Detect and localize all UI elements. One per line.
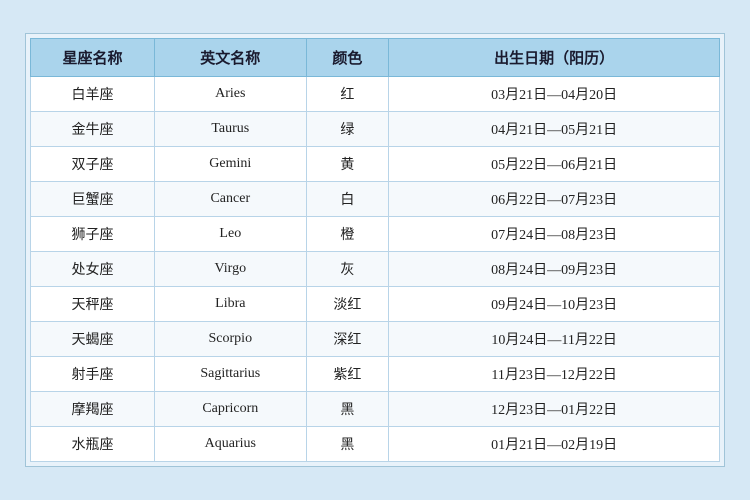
cell-chinese: 处女座 [31, 252, 155, 287]
cell-date: 11月23日—12月22日 [389, 357, 720, 392]
cell-english: Aries [155, 77, 307, 112]
table-row: 天蝎座Scorpio深红10月24日—11月22日 [31, 322, 720, 357]
cell-chinese: 金牛座 [31, 112, 155, 147]
cell-chinese: 巨蟹座 [31, 182, 155, 217]
cell-color: 红 [306, 77, 389, 112]
cell-date: 06月22日—07月23日 [389, 182, 720, 217]
cell-chinese: 天秤座 [31, 287, 155, 322]
table-row: 天秤座Libra淡红09月24日—10月23日 [31, 287, 720, 322]
cell-color: 紫红 [306, 357, 389, 392]
cell-english: Scorpio [155, 322, 307, 357]
cell-color: 白 [306, 182, 389, 217]
cell-date: 09月24日—10月23日 [389, 287, 720, 322]
cell-english: Aquarius [155, 427, 307, 462]
cell-date: 10月24日—11月22日 [389, 322, 720, 357]
cell-color: 黄 [306, 147, 389, 182]
table-row: 巨蟹座Cancer白06月22日—07月23日 [31, 182, 720, 217]
table-row: 白羊座Aries红03月21日—04月20日 [31, 77, 720, 112]
table-row: 狮子座Leo橙07月24日—08月23日 [31, 217, 720, 252]
cell-english: Libra [155, 287, 307, 322]
cell-chinese: 双子座 [31, 147, 155, 182]
header-color: 颜色 [306, 39, 389, 77]
cell-color: 黑 [306, 392, 389, 427]
table-body: 白羊座Aries红03月21日—04月20日金牛座Taurus绿04月21日—0… [31, 77, 720, 462]
table-row: 金牛座Taurus绿04月21日—05月21日 [31, 112, 720, 147]
header-date: 出生日期（阳历） [389, 39, 720, 77]
cell-chinese: 射手座 [31, 357, 155, 392]
cell-chinese: 天蝎座 [31, 322, 155, 357]
cell-english: Virgo [155, 252, 307, 287]
cell-chinese: 白羊座 [31, 77, 155, 112]
cell-chinese: 摩羯座 [31, 392, 155, 427]
cell-date: 03月21日—04月20日 [389, 77, 720, 112]
cell-color: 深红 [306, 322, 389, 357]
cell-date: 07月24日—08月23日 [389, 217, 720, 252]
header-english: 英文名称 [155, 39, 307, 77]
cell-color: 灰 [306, 252, 389, 287]
table-row: 水瓶座Aquarius黑01月21日—02月19日 [31, 427, 720, 462]
table-row: 处女座Virgo灰08月24日—09月23日 [31, 252, 720, 287]
cell-color: 淡红 [306, 287, 389, 322]
cell-date: 08月24日—09月23日 [389, 252, 720, 287]
cell-english: Taurus [155, 112, 307, 147]
cell-date: 01月21日—02月19日 [389, 427, 720, 462]
table-row: 双子座Gemini黄05月22日—06月21日 [31, 147, 720, 182]
cell-english: Capricorn [155, 392, 307, 427]
cell-english: Cancer [155, 182, 307, 217]
cell-english: Sagittarius [155, 357, 307, 392]
cell-color: 绿 [306, 112, 389, 147]
cell-english: Gemini [155, 147, 307, 182]
table-row: 摩羯座Capricorn黑12月23日—01月22日 [31, 392, 720, 427]
cell-date: 04月21日—05月21日 [389, 112, 720, 147]
cell-date: 12月23日—01月22日 [389, 392, 720, 427]
table-header-row: 星座名称 英文名称 颜色 出生日期（阳历） [31, 39, 720, 77]
table-row: 射手座Sagittarius紫红11月23日—12月22日 [31, 357, 720, 392]
cell-date: 05月22日—06月21日 [389, 147, 720, 182]
cell-english: Leo [155, 217, 307, 252]
zodiac-table: 星座名称 英文名称 颜色 出生日期（阳历） 白羊座Aries红03月21日—04… [30, 38, 720, 462]
zodiac-table-container: 星座名称 英文名称 颜色 出生日期（阳历） 白羊座Aries红03月21日—04… [25, 33, 725, 467]
cell-chinese: 狮子座 [31, 217, 155, 252]
cell-color: 黑 [306, 427, 389, 462]
header-chinese: 星座名称 [31, 39, 155, 77]
cell-chinese: 水瓶座 [31, 427, 155, 462]
cell-color: 橙 [306, 217, 389, 252]
